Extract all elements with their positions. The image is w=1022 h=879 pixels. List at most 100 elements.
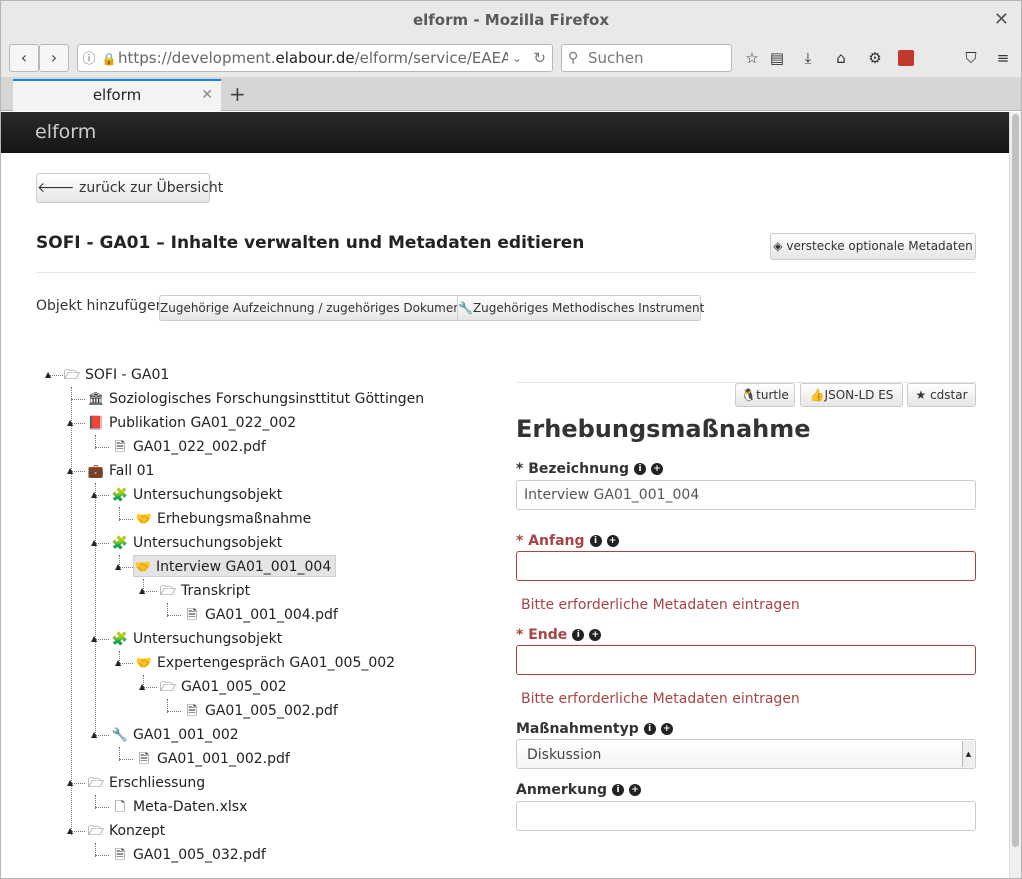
tree-node-folder[interactable]: 🗁 GA01_005_002 [159, 676, 287, 698]
tree-node-erschliessung[interactable]: 🗁 Erschliessung [87, 772, 205, 794]
hide-optional-metadata-button[interactable]: ◈ verstecke optionale Metadaten [770, 233, 976, 260]
tree-node-pdf[interactable]: 🗎 GA01_022_002.pdf [111, 436, 266, 458]
tree-node-pdf[interactable]: 🗎 GA01_001_004.pdf [183, 604, 338, 626]
tree-node-label: Untersuchungsobjekt [133, 487, 283, 503]
tree-node-file[interactable]: 🗋 Meta-Daten.xlsx [111, 796, 248, 818]
collapse-arrow-icon[interactable]: ▲ [115, 563, 121, 571]
tree-node-label: GA01_005_002.pdf [205, 703, 338, 719]
menu-icon[interactable]: ≡ [993, 49, 1013, 67]
tree-node-pdf[interactable]: 🗎 GA01_005_002.pdf [183, 700, 338, 722]
tab-close-icon[interactable]: ✕ [201, 81, 213, 109]
tree-node-expertengespraech[interactable]: 🤝 Expertengespräch GA01_005_002 [135, 652, 395, 674]
info-icon[interactable]: i [643, 723, 656, 735]
book-icon: 📕 [87, 416, 105, 431]
plus-icon[interactable]: + [606, 535, 619, 547]
folder-open-icon: 🗁 [63, 368, 81, 383]
ende-label-text: * Ende [516, 627, 568, 643]
tree-node-label: Untersuchungsobjekt [133, 631, 283, 647]
tree-node-transkript[interactable]: 🗁 Transkript [159, 580, 250, 602]
collapse-arrow-icon[interactable]: ▲ [67, 419, 73, 427]
arrow-left-icon: 🡐 [37, 180, 75, 196]
info-icon[interactable]: i [589, 535, 602, 547]
download-icon[interactable]: ⤓ [798, 49, 818, 67]
collapse-arrow-icon[interactable]: ▲ [139, 587, 145, 595]
collapse-arrow-icon[interactable]: ▲ [139, 683, 145, 691]
tree-node-interview-selected[interactable]: 🤝 Interview GA01_001_004 [133, 555, 337, 577]
add-instrument-button[interactable]: 🔧Zugehöriges Methodisches Instrument [457, 295, 704, 321]
extension-icon[interactable]: ⚙ [865, 49, 885, 67]
back-icon[interactable]: ‹ [9, 44, 39, 72]
add-recording-button[interactable]: Zugehörige Aufzeichnung / zugehöriges Do… [159, 295, 466, 321]
back-to-overview-button[interactable]: 🡐 zurück zur Übersicht [36, 173, 223, 203]
window-close-icon[interactable]: ✕ [994, 1, 1009, 39]
collapse-arrow-icon[interactable]: ▲ [91, 491, 97, 499]
ende-input[interactable] [516, 645, 976, 675]
bookmark-star-icon[interactable]: ☆ [742, 49, 762, 67]
reload-icon[interactable]: ↻ [533, 45, 546, 71]
addon-icon[interactable] [898, 50, 914, 66]
forward-icon[interactable]: › [39, 44, 69, 72]
wrench-icon: 🔧 [111, 728, 129, 743]
tree-node-label: Untersuchungsobjekt [133, 535, 283, 551]
url-host: elabour.de [275, 49, 355, 67]
tree-node-label: Transkript [181, 583, 251, 599]
lock-icon: 🔒 [101, 52, 117, 66]
search-input[interactable]: ⚲ Suchen [561, 44, 732, 72]
puzzle-icon: 🧩 [111, 632, 129, 647]
tab-label: elform [92, 86, 142, 104]
collapse-arrow-icon[interactable]: ▲ [91, 539, 97, 547]
collapse-arrow-icon[interactable]: ▲ [67, 827, 73, 835]
tab-elform[interactable]: elform ✕ [13, 79, 221, 111]
scrollbar[interactable] [1009, 112, 1021, 878]
turtle-button[interactable]: 🐧turtle [735, 383, 795, 407]
tree-node-institution[interactable]: 🏛 Soziologisches Forschungsinsttitut Gött… [87, 388, 424, 410]
bookmarks-list-icon[interactable]: ▤ [767, 49, 787, 67]
home-icon[interactable]: ⌂ [831, 49, 851, 67]
shield-icon[interactable]: ⛉ [961, 49, 981, 67]
plus-icon[interactable]: + [629, 784, 642, 796]
tree-node-label: SOFI - GA01 [85, 367, 170, 383]
tree-node-untersuchungsobjekt[interactable]: 🧩 Untersuchungsobjekt [111, 484, 282, 506]
new-tab-icon[interactable]: + [229, 79, 246, 109]
jsonld-button[interactable]: 👍JSON-LD ES [800, 383, 903, 407]
plus-icon[interactable]: + [660, 723, 673, 735]
tree-node-instrument[interactable]: 🔧 GA01_001_002 [111, 724, 239, 746]
tree-node-pdf[interactable]: 🗎 GA01_005_032.pdf [111, 844, 266, 866]
collapse-arrow-icon[interactable]: ▲ [45, 371, 51, 379]
collapse-arrow-icon[interactable]: ▲ [67, 779, 73, 787]
collapse-arrow-icon[interactable]: ▲ [67, 467, 73, 475]
info-icon[interactable]: i [634, 463, 646, 475]
window-titlebar: elform - Mozilla Firefox ✕ [1, 1, 1021, 39]
tree-node-label: Erhebungsmaßnahme [157, 511, 312, 527]
info-icon[interactable]: ⓘ [78, 47, 100, 71]
tree-node-erhebungsmassnahme[interactable]: 🤝 Erhebungsmaßnahme [135, 508, 311, 530]
tree-connector [167, 615, 181, 616]
info-icon[interactable]: i [572, 629, 585, 641]
collapse-arrow-icon[interactable]: ▲ [91, 635, 97, 643]
pdf-file-icon: 🗎 [186, 704, 198, 719]
bezeichnung-input[interactable]: Interview GA01_001_004 [516, 480, 976, 510]
tree-node-untersuchungsobjekt[interactable]: 🧩 Untersuchungsobjekt [111, 532, 282, 554]
tree-node-fall[interactable]: 💼 Fall 01 [87, 460, 154, 482]
collapse-arrow-icon[interactable]: ▲ [115, 659, 121, 667]
anfang-input[interactable] [516, 551, 976, 581]
tree-node-untersuchungsobjekt[interactable]: 🧩 Untersuchungsobjekt [111, 628, 282, 650]
plus-icon[interactable]: + [651, 463, 663, 475]
app-brand[interactable]: elform [35, 121, 96, 143]
tree-node-publication[interactable]: 📕 Publikation GA01_022_002 [87, 412, 296, 434]
page-content: 🡐 zurück zur Übersicht SOFI - GA01 – Inh… [1, 153, 1009, 878]
plus-icon[interactable]: + [589, 629, 602, 641]
tree-node-label: Fall 01 [109, 463, 155, 479]
url-bar[interactable]: ⓘ 🔒 https://development.elabour.de/elform/… [77, 44, 553, 72]
massnahmentyp-select[interactable]: Diskussion ▲ [516, 739, 976, 769]
tree-node-konzept[interactable]: 🗁 Konzept [87, 820, 165, 842]
cdstar-button[interactable]: ★ cdstar [907, 383, 976, 407]
scrollbar-thumb[interactable] [1012, 114, 1019, 847]
tree-node-pdf[interactable]: 🗎 GA01_001_002.pdf [135, 748, 290, 770]
url-dropdown-icon[interactable]: ⌄ [507, 45, 522, 71]
anmerkung-input[interactable] [516, 801, 976, 831]
info-icon[interactable]: i [612, 784, 625, 796]
tree-node-root[interactable]: 🗁 SOFI - GA01 [63, 364, 169, 386]
search-icon: ⚲ [568, 50, 579, 66]
collapse-arrow-icon[interactable]: ▲ [91, 731, 97, 739]
